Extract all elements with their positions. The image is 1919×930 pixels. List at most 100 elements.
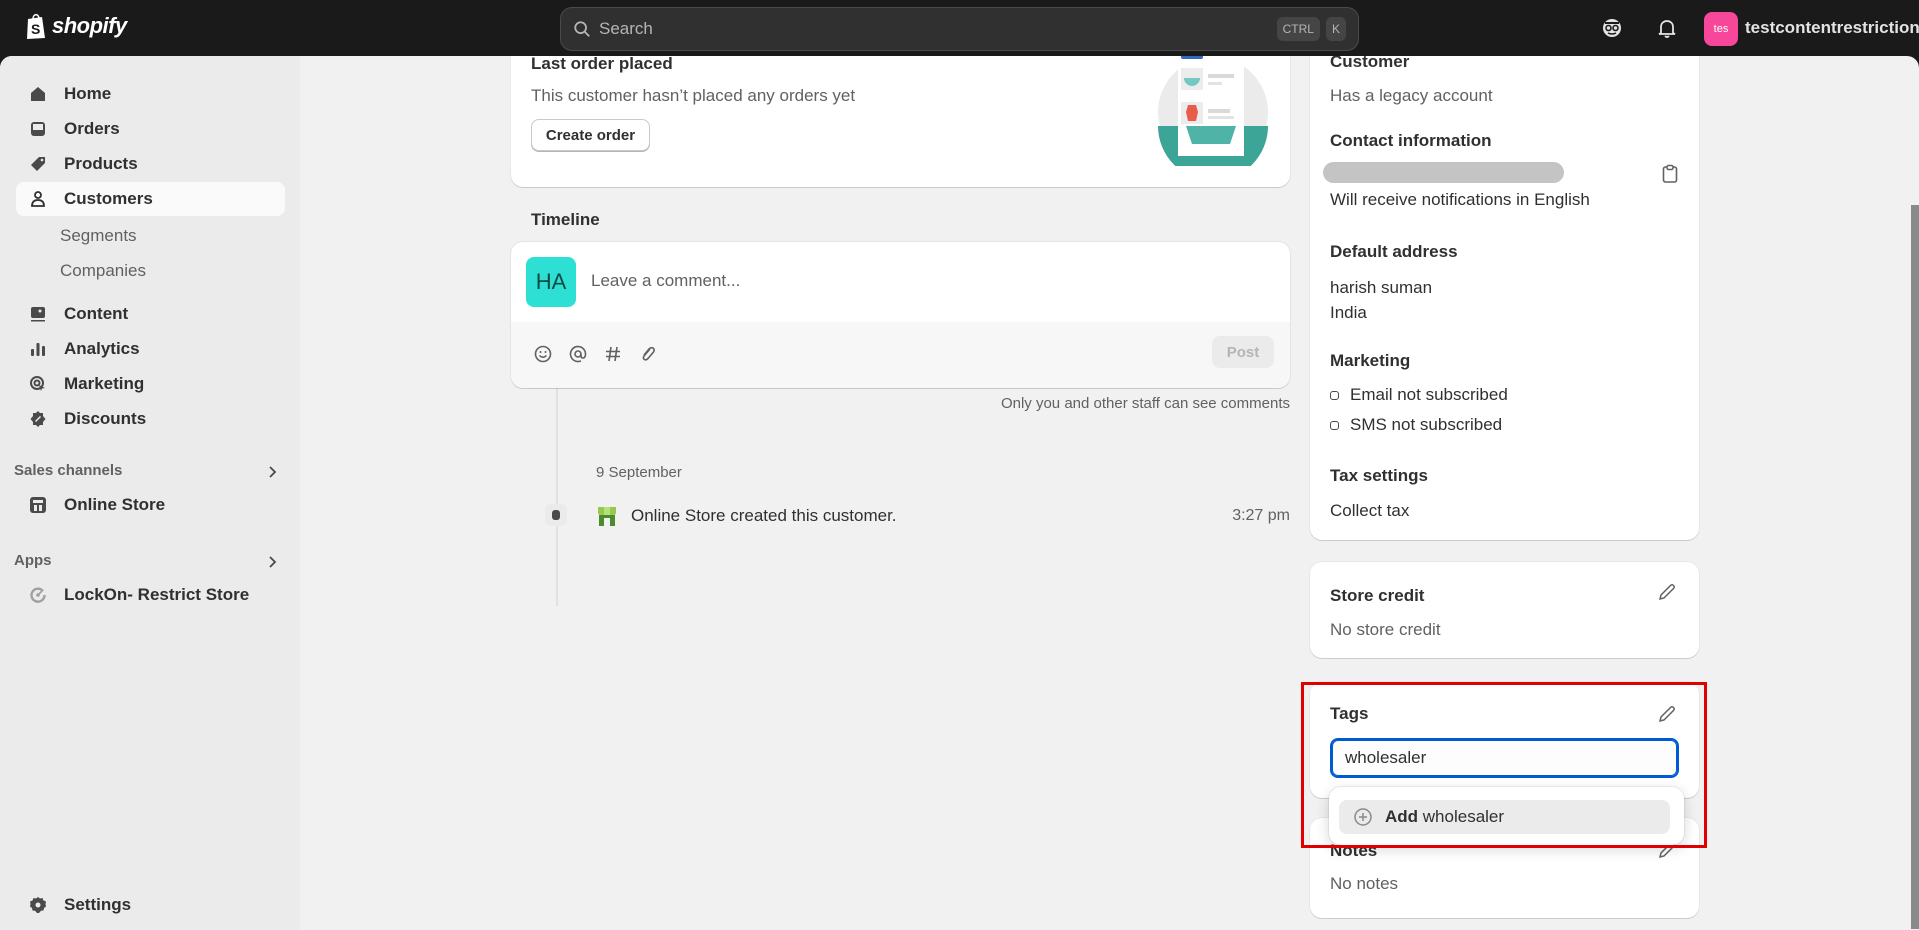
sidebar-item-label: Online Store: [64, 495, 166, 514]
sidebar-item-settings[interactable]: Settings: [16, 888, 285, 922]
timeline-line: [556, 376, 558, 606]
chevron-right-icon[interactable]: [264, 464, 280, 480]
sidebar-item-label: Marketing: [64, 374, 145, 393]
bar-chart-icon: [28, 339, 48, 359]
sidebar-item-label: Customers: [64, 189, 153, 208]
tags-title: Tags: [1330, 704, 1369, 723]
timeline-dot: [545, 504, 567, 526]
address-line-name: harish suman: [1330, 278, 1433, 297]
orders-illustration: [1158, 56, 1268, 166]
sidebar-item-home[interactable]: Home: [16, 77, 285, 111]
online-store-icon: [598, 507, 616, 526]
comment-toolbar: Post: [511, 322, 1290, 388]
sales-channels-heading[interactable]: Sales channels: [14, 462, 122, 479]
staff-avatar: HA: [526, 257, 576, 307]
notification-language: Will receive notifications in English: [1330, 190, 1590, 209]
mention-icon[interactable]: [568, 344, 588, 364]
hashtag-icon[interactable]: [603, 344, 623, 364]
plus-circle-icon: [1354, 808, 1372, 826]
shortcut-key-k: K: [1325, 17, 1346, 41]
search-icon: [574, 21, 590, 37]
customer-section-title: Customer: [1330, 56, 1410, 71]
chevron-right-icon[interactable]: [264, 554, 280, 570]
sidekick-icon[interactable]: [1600, 16, 1624, 40]
svg-text:S: S: [31, 21, 40, 37]
email-marketing-status: Email not subscribed: [1350, 385, 1508, 404]
sidebar-item-marketing[interactable]: Marketing: [16, 367, 285, 401]
attachment-icon[interactable]: [638, 344, 658, 364]
inbox-icon: [28, 119, 48, 139]
sidebar: Home Orders Products Customers Segments …: [0, 56, 300, 930]
store-credit-value: No store credit: [1330, 620, 1441, 639]
sidebar-item-products[interactable]: Products: [16, 147, 285, 181]
comment-input[interactable]: [591, 266, 1191, 296]
last-order-message: This customer hasn’t placed any orders y…: [531, 86, 856, 105]
add-tag-prefix: Add: [1385, 807, 1419, 826]
sidebar-item-lockon-app[interactable]: LockOn- Restrict Store: [16, 578, 285, 612]
target-icon: [28, 374, 48, 394]
clipboard-icon[interactable]: [1661, 164, 1679, 184]
store-avatar[interactable]: tes: [1704, 12, 1738, 46]
top-bar: S shopify Search CTRL K tes testcontentr…: [0, 0, 1919, 56]
contact-info-title: Contact information: [1330, 131, 1492, 150]
shortcut-key-ctrl: CTRL: [1276, 17, 1320, 41]
address-line-country: India: [1330, 303, 1367, 322]
search-bar[interactable]: Search CTRL K: [560, 7, 1359, 51]
default-address-title: Default address: [1330, 242, 1458, 261]
sidebar-item-analytics[interactable]: Analytics: [16, 332, 285, 366]
discount-icon: [28, 409, 48, 429]
tag-icon: [28, 154, 48, 174]
lockon-app-icon: [28, 585, 48, 605]
image-icon: [28, 304, 48, 324]
sidebar-item-label: Discounts: [64, 409, 147, 428]
timeline-event-text: Online Store created this customer.: [631, 506, 897, 525]
add-tag-option[interactable]: Add wholesaler: [1339, 800, 1670, 834]
store-credit-title: Store credit: [1330, 586, 1425, 605]
sidebar-item-label: LockOn- Restrict Store: [64, 585, 250, 604]
sidebar-item-content[interactable]: Content: [16, 297, 285, 331]
store-icon: [28, 495, 48, 515]
marketing-title: Marketing: [1330, 351, 1411, 370]
sms-marketing-status: SMS not subscribed: [1350, 415, 1503, 434]
scrollbar[interactable]: [1911, 205, 1919, 929]
sidebar-item-label: Settings: [64, 895, 132, 914]
search-placeholder: Search: [599, 19, 653, 38]
sidebar-item-online-store[interactable]: Online Store: [16, 488, 285, 522]
sms-status-icon: [1330, 421, 1339, 430]
pencil-icon[interactable]: [1657, 582, 1677, 602]
tax-settings-title: Tax settings: [1330, 466, 1428, 485]
sidebar-item-label: Products: [64, 154, 138, 173]
store-name[interactable]: testcontentrestriction: [1745, 18, 1919, 38]
comment-visibility-note: Only you and other staff can see comment…: [1000, 395, 1290, 412]
sidebar-item-label: Home: [64, 84, 112, 103]
gear-icon: [28, 895, 48, 915]
sidebar-item-companies[interactable]: Companies: [60, 261, 146, 281]
notes-value: No notes: [1330, 874, 1399, 893]
redacted-email: [1323, 162, 1564, 183]
comment-box: HA Post: [511, 242, 1290, 388]
sidebar-item-segments[interactable]: Segments: [60, 226, 137, 246]
tags-input[interactable]: [1330, 738, 1679, 778]
sidebar-item-discounts[interactable]: Discounts: [16, 402, 285, 436]
home-icon: [28, 84, 48, 104]
create-order-button[interactable]: Create order: [531, 119, 650, 151]
legacy-account-text: Has a legacy account: [1330, 86, 1493, 105]
shopify-logo[interactable]: S shopify: [24, 12, 127, 40]
sidebar-item-label: Orders: [64, 119, 120, 138]
store-credit-card: Store credit No store credit: [1310, 562, 1699, 658]
sidebar-item-label: Analytics: [64, 339, 140, 358]
sidebar-item-orders[interactable]: Orders: [16, 112, 285, 146]
emoji-icon[interactable]: [533, 344, 553, 364]
sidebar-item-customers[interactable]: Customers: [16, 182, 285, 216]
pencil-icon[interactable]: [1657, 704, 1677, 724]
apps-heading[interactable]: Apps: [14, 552, 52, 569]
last-order-title: Last order placed: [531, 56, 673, 73]
post-button[interactable]: Post: [1212, 336, 1274, 368]
person-icon: [28, 189, 48, 209]
brand-name: shopify: [52, 13, 127, 38]
timeline-event-time: 3:27 pm: [1232, 507, 1290, 524]
bell-icon[interactable]: [1655, 16, 1679, 40]
sidebar-item-label: Content: [64, 304, 129, 323]
last-order-card: Last order placed This customer hasn’t p…: [511, 56, 1290, 187]
tax-settings-value: Collect tax: [1330, 501, 1410, 520]
